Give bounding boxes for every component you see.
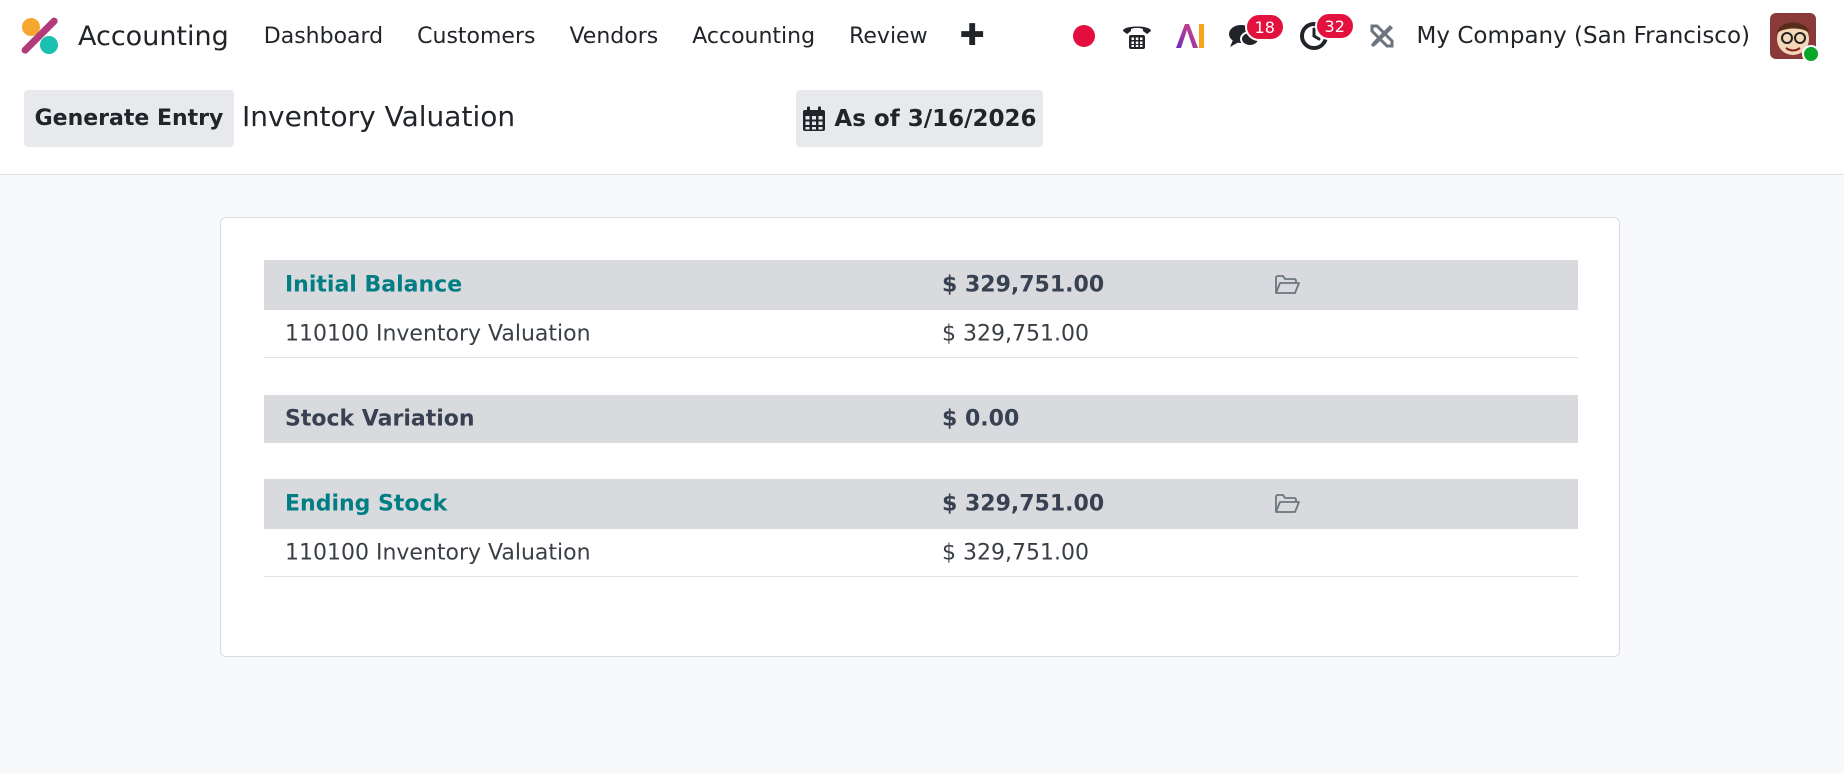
folder-open-icon[interactable] (1274, 274, 1300, 296)
company-switcher[interactable]: My Company (San Francisco) (1417, 23, 1750, 49)
activities-count-badge: 32 (1314, 12, 1355, 40)
main-navbar: Accounting Dashboard Customers Vendors A… (0, 0, 1844, 72)
calendar-icon (803, 106, 826, 131)
section-label-stock-variation: Stock Variation (285, 406, 475, 432)
menu-accounting[interactable]: Accounting (692, 24, 815, 49)
online-status-indicator (1802, 45, 1820, 63)
top-menu: Dashboard Customers Vendors Accounting R… (264, 21, 985, 51)
tools-icon (1370, 24, 1394, 48)
accounting-logo-icon (21, 17, 58, 54)
table-row: 110100 Inventory Valuation $ 329,751.00 (264, 310, 1578, 358)
phone-icon (1122, 26, 1151, 49)
section-label-ending-stock[interactable]: Ending Stock (285, 492, 447, 517)
recording-button[interactable] (1071, 25, 1097, 47)
section-label-initial-balance[interactable]: Initial Balance (285, 273, 462, 298)
systray: 18 32 My Company (San Francisco) (1071, 0, 1844, 72)
settings-tools-button[interactable] (1367, 22, 1397, 50)
activities-button[interactable]: 32 (1297, 12, 1355, 51)
folder-open-icon[interactable] (1274, 493, 1300, 515)
menu-review[interactable]: Review (849, 24, 928, 49)
table-row: 110100 Inventory Valuation $ 329,751.00 (264, 529, 1578, 577)
menu-customers[interactable]: Customers (417, 24, 535, 49)
control-panel: Generate Entry Inventory Valuation As of… (0, 72, 1844, 175)
ai-icon (1175, 24, 1204, 48)
date-filter-button[interactable]: As of 3/16/2026 (796, 90, 1043, 147)
phone-button[interactable] (1119, 21, 1155, 51)
app-name: Accounting (78, 20, 229, 52)
line-account-value: $ 329,751.00 (942, 540, 1089, 565)
recording-dot-icon (1072, 25, 1095, 47)
app-home-link[interactable]: Accounting (20, 16, 229, 56)
messages-button[interactable]: 18 (1227, 13, 1285, 50)
page-title: Inventory Valuation (242, 100, 516, 133)
line-account-label: 110100 Inventory Valuation (285, 540, 591, 565)
menu-vendors[interactable]: Vendors (569, 24, 658, 49)
section-header-stock-variation: Stock Variation $ 0.00 (264, 395, 1578, 443)
date-filter-label: As of 3/16/2026 (834, 105, 1037, 132)
messages-count-badge: 18 (1244, 13, 1285, 41)
ai-button[interactable] (1173, 22, 1207, 50)
section-total-initial-balance: $ 329,751.00 (942, 272, 1105, 298)
section-total-ending-stock: $ 329,751.00 (942, 491, 1105, 517)
line-account-label: 110100 Inventory Valuation (285, 321, 591, 346)
line-account-value: $ 329,751.00 (942, 321, 1089, 346)
add-menu-plus-icon[interactable]: ✚ (960, 21, 985, 51)
section-header-initial-balance: Initial Balance $ 329,751.00 (264, 260, 1578, 310)
generate-entry-button[interactable]: Generate Entry (24, 90, 234, 147)
user-avatar[interactable] (1770, 13, 1820, 63)
section-header-ending-stock: Ending Stock $ 329,751.00 (264, 479, 1578, 529)
inventory-valuation-report: Initial Balance $ 329,751.00 110100 Inve… (220, 217, 1620, 657)
section-total-stock-variation: $ 0.00 (942, 406, 1020, 432)
menu-dashboard[interactable]: Dashboard (264, 24, 383, 49)
